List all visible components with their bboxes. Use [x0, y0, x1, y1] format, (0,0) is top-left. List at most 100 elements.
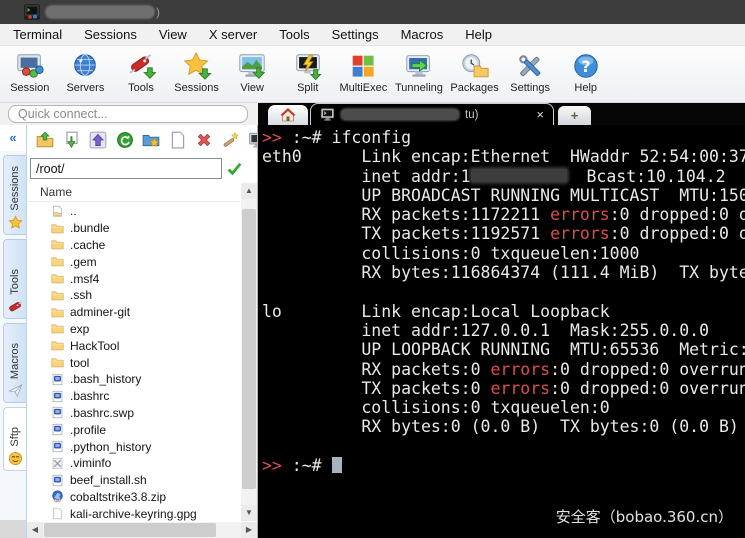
toolbar-session-button[interactable]: Session	[2, 46, 58, 102]
toolbar-sessions-button[interactable]: Sessions	[169, 46, 225, 102]
sidebar-tab-label: Macros	[9, 343, 21, 379]
toolbar-button-label: Packages	[450, 82, 498, 94]
scroll-left-arrow[interactable]: ◀	[27, 522, 43, 538]
delete-icon	[195, 131, 213, 149]
new-tab-button[interactable]: +	[558, 106, 591, 125]
sidebar-tab-sftp[interactable]: Sftp	[3, 407, 26, 471]
file-row[interactable]: .bashrc	[27, 388, 240, 405]
vertical-scrollbar[interactable]: ▲ ▼	[241, 183, 257, 521]
menu-tools[interactable]: Tools	[268, 25, 320, 44]
menu-x-server[interactable]: X server	[198, 25, 268, 44]
sidebar-tab-tools[interactable]: Tools	[3, 239, 26, 319]
terminal-line: >> :~#	[262, 456, 745, 475]
file-row[interactable]: beef_install.sh	[27, 472, 240, 489]
file-row[interactable]: tool	[27, 354, 240, 371]
sidebar-tab-macros[interactable]: Macros	[3, 323, 26, 403]
title-bar: )	[0, 0, 745, 24]
file-row[interactable]: kali-archive-keyring.gpg	[27, 505, 240, 522]
new-file-button[interactable]	[169, 131, 187, 149]
toolbar-button-label: View	[240, 82, 264, 94]
split-icon	[293, 51, 323, 81]
script-file-icon	[51, 440, 64, 453]
file-row[interactable]: .msf4	[27, 270, 240, 287]
folder-icon	[51, 306, 64, 319]
toolbar-servers-button[interactable]: Servers	[58, 46, 114, 102]
horizontal-scroll-thumb[interactable]	[44, 523, 216, 537]
file-name: cobaltstrike3.8.zip	[70, 490, 166, 504]
toolbar-button-label: Servers	[66, 82, 104, 94]
script-file-icon	[51, 423, 64, 436]
confirm-path-icon[interactable]	[226, 160, 243, 177]
window-title-tail: )	[156, 5, 160, 19]
folder-icon	[51, 322, 64, 335]
file-name: kali-archive-keyring.gpg	[70, 507, 197, 521]
download-button[interactable]	[63, 131, 81, 149]
home-tab[interactable]	[268, 105, 308, 125]
file-name: .python_history	[70, 440, 151, 454]
toolbar-settings-button[interactable]: Settings	[502, 46, 558, 102]
rename-wand-icon	[222, 131, 240, 149]
menu-view[interactable]: View	[148, 25, 198, 44]
vertical-scroll-thumb[interactable]	[242, 209, 256, 489]
file-row[interactable]: .bash_history	[27, 371, 240, 388]
horizontal-scrollbar[interactable]: ◀ ▶	[27, 522, 257, 538]
file-row[interactable]: ..	[27, 203, 240, 220]
new-file-icon	[169, 131, 187, 149]
file-row[interactable]: .python_history	[27, 438, 240, 455]
file-row[interactable]: .bundle	[27, 220, 240, 237]
path-input[interactable]	[30, 158, 222, 179]
paper-plane-icon	[8, 383, 23, 398]
file-row[interactable]: .cache	[27, 237, 240, 254]
file-row[interactable]: .bashrc.swp	[27, 405, 240, 422]
upload-icon	[36, 131, 54, 149]
toolbar-multiexec-button[interactable]: MultiExec	[336, 46, 392, 102]
file-name: ..	[70, 204, 77, 218]
sidebar-tab-label: Tools	[9, 269, 21, 295]
sessions-icon	[182, 51, 212, 81]
file-row[interactable]: exp	[27, 321, 240, 338]
file-row[interactable]: .profile	[27, 421, 240, 438]
file-row[interactable]: adminer-git	[27, 304, 240, 321]
upload-button[interactable]	[36, 131, 54, 149]
refresh-button[interactable]	[116, 131, 134, 149]
close-tab-button[interactable]: ×	[536, 108, 544, 121]
new-folder-button[interactable]	[142, 131, 160, 149]
file-row[interactable]: HackTool	[27, 337, 240, 354]
file-name: .bashrc.swp	[70, 406, 134, 420]
file-panel-toolbar: A	[27, 125, 257, 155]
scroll-up-arrow[interactable]: ▲	[241, 183, 257, 199]
file-row[interactable]: .gem	[27, 253, 240, 270]
file-row[interactable]: .viminfo	[27, 455, 240, 472]
toolbar-tunneling-button[interactable]: Tunneling	[391, 46, 447, 102]
quick-connect-input[interactable]	[8, 105, 248, 123]
menu-help[interactable]: Help	[454, 25, 503, 44]
scroll-right-arrow[interactable]: ▶	[241, 522, 257, 538]
delete-button[interactable]	[195, 131, 213, 149]
menu-terminal[interactable]: Terminal	[2, 25, 73, 44]
sidebar-tab-sessions[interactable]: Sessions	[3, 155, 26, 235]
quick-connect-row	[0, 103, 258, 125]
menu-macros[interactable]: Macros	[390, 25, 455, 44]
menu-settings[interactable]: Settings	[321, 25, 390, 44]
toolbar-view-button[interactable]: View	[224, 46, 280, 102]
toolbar-tools-button[interactable]: Tools	[113, 46, 169, 102]
scroll-down-arrow[interactable]: ▼	[241, 505, 257, 521]
active-session-tab[interactable]: tu) ×	[310, 103, 554, 125]
parent-dir-button[interactable]	[89, 131, 107, 149]
sftp-ball-icon	[8, 451, 23, 466]
rename-wand-button[interactable]	[222, 131, 240, 149]
folder-icon	[51, 339, 64, 352]
file-row[interactable]: ZIPcobaltstrike3.8.zip	[27, 489, 240, 506]
terminal-line: eth0 Link encap:Ethernet HWaddr 52:54:00…	[262, 147, 745, 166]
toolbar-button-label: Help	[574, 82, 597, 94]
toolbar-packages-button[interactable]: Packages	[447, 46, 503, 102]
home-icon	[280, 107, 296, 123]
follow-terminal-button[interactable]	[248, 131, 257, 149]
file-row[interactable]: .ssh	[27, 287, 240, 304]
toolbar-split-button[interactable]: Split	[280, 46, 336, 102]
collapse-sidebar-button[interactable]: «	[0, 125, 26, 151]
terminal-screen[interactable]: >> :~# ifconfigeth0 Link encap:Ethernet …	[258, 125, 745, 538]
toolbar-help-button[interactable]: ?Help	[558, 46, 614, 102]
menu-sessions[interactable]: Sessions	[73, 25, 148, 44]
name-column-header[interactable]: Name	[27, 183, 240, 202]
